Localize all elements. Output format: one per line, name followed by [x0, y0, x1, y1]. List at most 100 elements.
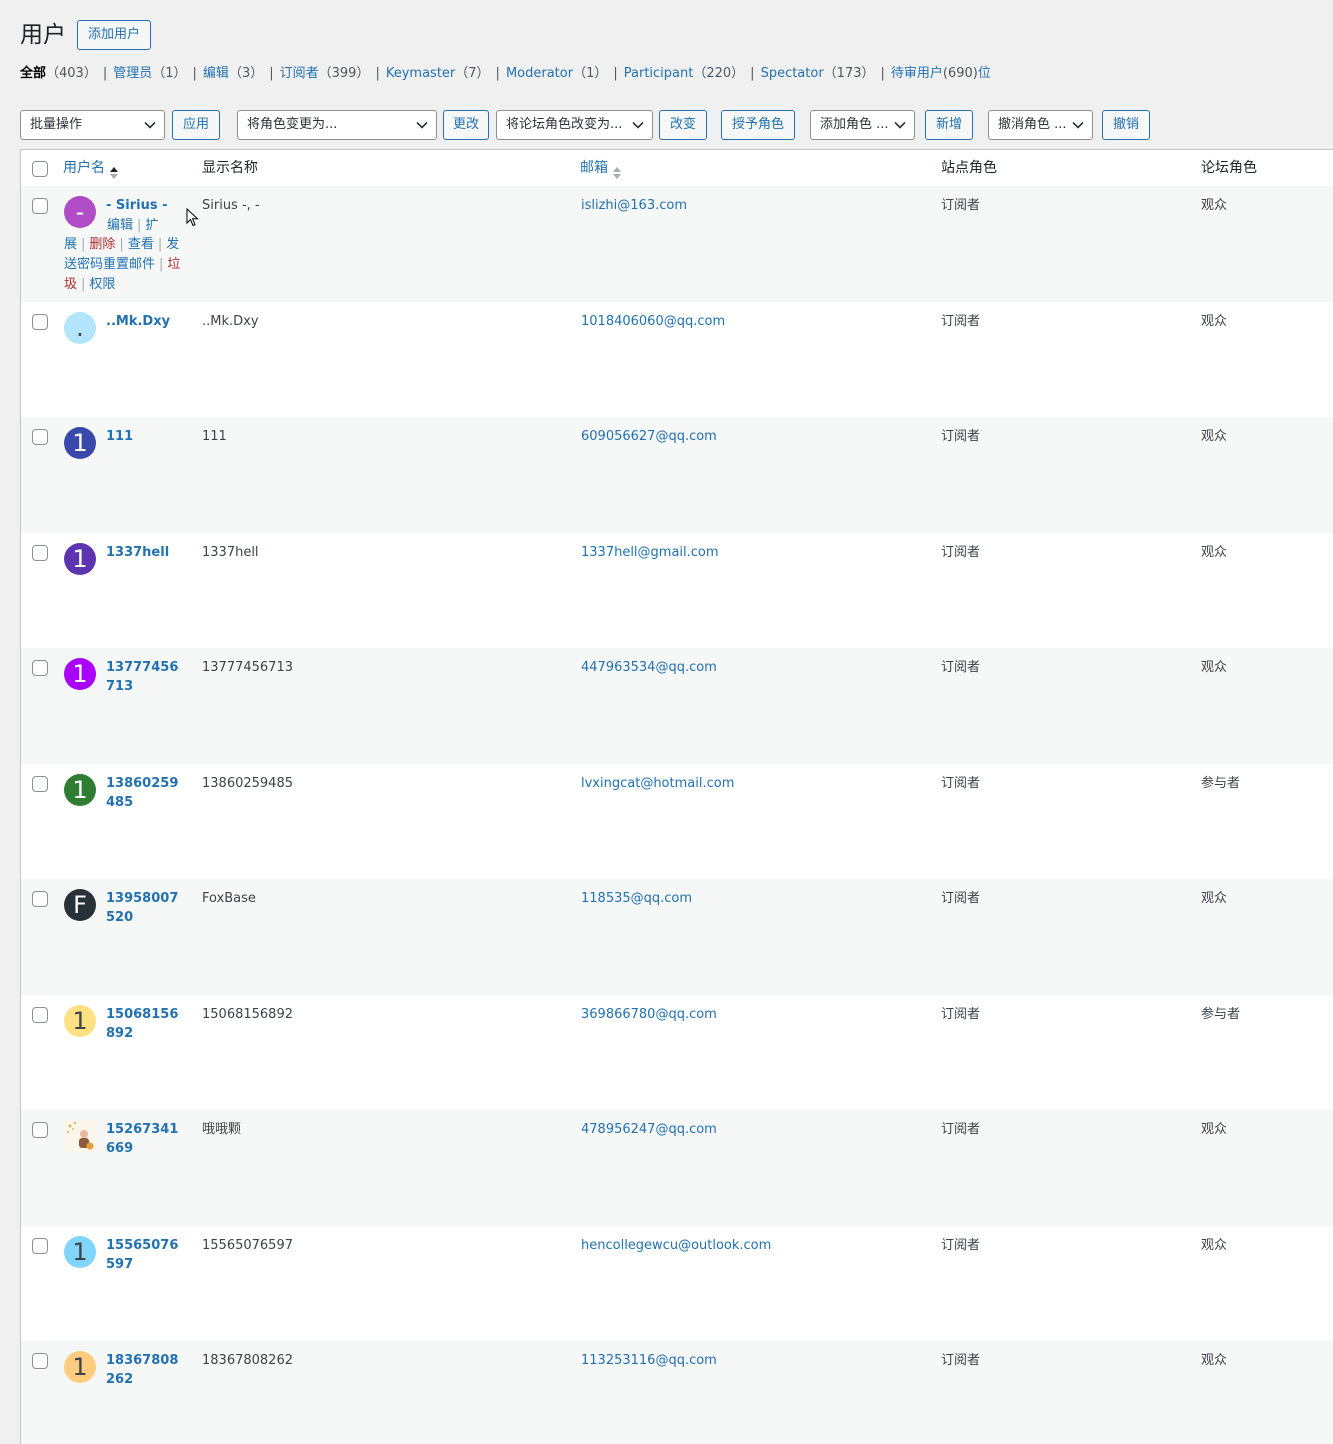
- filter-link[interactable]: Participant: [624, 66, 694, 81]
- row-action-separator: |: [81, 276, 86, 292]
- username-link[interactable]: 13860259485: [106, 774, 186, 812]
- add-user-button[interactable]: 添加用户: [77, 20, 152, 50]
- column-display-name: 显示名称: [202, 160, 258, 176]
- apply-button[interactable]: 应用: [172, 110, 221, 140]
- filter-item: | Moderator（1）: [490, 66, 608, 81]
- filter-link[interactable]: Keymaster: [386, 66, 455, 81]
- bulk-action-select[interactable]: 批量操作: [20, 110, 165, 140]
- filter-count: （3）: [228, 66, 264, 81]
- permissions-action[interactable]: 权限: [89, 277, 115, 292]
- display-name: 13860259485: [202, 775, 293, 791]
- site-role: 订阅者: [941, 1237, 981, 1253]
- row-checkbox[interactable]: [32, 775, 48, 792]
- chevron-down-icon: [894, 111, 906, 139]
- site-role: 订阅者: [941, 198, 981, 213]
- forum-role-label: 将论坛角色改变为...: [506, 117, 623, 132]
- table-row: 1 15068156892 15068156892 369866780@qq.com 订…: [21, 995, 1333, 1111]
- filter-link[interactable]: Moderator: [506, 66, 573, 81]
- filter-count: (690): [942, 66, 978, 81]
- delete-action[interactable]: 删除: [89, 237, 115, 252]
- email-link[interactable]: islizhi@163.com: [581, 196, 687, 215]
- username-link[interactable]: 13777456713: [106, 658, 186, 696]
- mouse-cursor-icon: [186, 207, 200, 228]
- row-checkbox[interactable]: [32, 544, 48, 561]
- filter-separator: |: [269, 66, 274, 81]
- email-link[interactable]: 118535@qq.com: [581, 889, 692, 908]
- avatar: 1: [64, 1004, 96, 1037]
- email-link[interactable]: 1018406060@qq.com: [581, 312, 725, 331]
- email-link[interactable]: hencollegewcu@outlook.com: [581, 1236, 771, 1255]
- column-username[interactable]: 用户名: [63, 150, 119, 186]
- grant-role-button[interactable]: 授予角色: [721, 110, 796, 140]
- forum-role: 观众: [1201, 1353, 1228, 1368]
- filter-link[interactable]: 编辑: [203, 66, 229, 81]
- avatar: 1: [64, 1235, 96, 1268]
- filter-link[interactable]: 管理员: [113, 66, 152, 81]
- display-name: FoxBase: [202, 891, 256, 906]
- column-email-label: 邮箱: [580, 160, 608, 176]
- avatar: [64, 1120, 96, 1152]
- email-link[interactable]: lvxingcat@hotmail.com: [581, 774, 734, 793]
- email-link[interactable]: 447963534@qq.com: [581, 658, 717, 677]
- forum-role-select[interactable]: 将论坛角色改变为...: [496, 110, 653, 140]
- filter-item: | 待审用户(690)位: [875, 66, 991, 81]
- row-checkbox[interactable]: [32, 1122, 48, 1138]
- add-role-select[interactable]: 添加角色 ...: [810, 110, 915, 140]
- display-name: 13777456713: [202, 660, 293, 675]
- username-link[interactable]: 15267341669: [106, 1120, 186, 1158]
- role-filter-links: 全部（403） | 管理员（1） | 编辑（3） | 订阅者（399） | Keymaster（…: [20, 65, 991, 83]
- revoke-button[interactable]: 撤销: [1102, 110, 1151, 140]
- row-checkbox[interactable]: [32, 660, 48, 676]
- column-email[interactable]: 邮箱: [580, 150, 622, 186]
- username-link[interactable]: 18367808262: [106, 1351, 186, 1389]
- email-link[interactable]: 369866780@qq.com: [581, 1005, 717, 1024]
- username-link[interactable]: 15068156892: [106, 1005, 186, 1043]
- filter-link[interactable]: Spectator: [761, 66, 824, 81]
- filter-count: （1）: [573, 66, 608, 81]
- table-row: 1 13860259485 13860259485 lvxingcat@hotmail…: [21, 764, 1333, 880]
- forum-role: 观众: [1201, 429, 1228, 444]
- site-role: 订阅者: [941, 775, 981, 791]
- forum-role: 观众: [1201, 1122, 1228, 1137]
- filter-item: | Keymaster（7）: [369, 66, 489, 81]
- edit-action[interactable]: 编辑: [107, 218, 133, 233]
- site-role: 订阅者: [941, 429, 981, 444]
- avatar-picture-icon: [64, 1120, 96, 1152]
- row-checkbox[interactable]: [32, 429, 48, 445]
- chevron-down-icon: [144, 111, 156, 139]
- select-all-checkbox[interactable]: [32, 161, 48, 177]
- row-checkbox[interactable]: [32, 891, 48, 907]
- username-link[interactable]: 1337hell: [106, 543, 186, 562]
- table-row: 1 111 111 609056627@qq.com 订阅者 观众: [21, 417, 1333, 533]
- filter-item: | Participant（220）: [607, 66, 744, 81]
- username-link[interactable]: 13958007520: [106, 889, 186, 927]
- email-link[interactable]: 1337hell@gmail.com: [581, 543, 719, 562]
- row-checkbox[interactable]: [32, 1006, 48, 1023]
- bulk-actions-toolbar: 批量操作 应用 将角色变更为... 更改 将论坛角色改变为... 改变 授予角色…: [20, 110, 1320, 140]
- row-checkbox[interactable]: [32, 313, 48, 330]
- filter-link[interactable]: 待审用户: [891, 66, 943, 81]
- view-action[interactable]: 查看: [128, 237, 154, 252]
- filter-link[interactable]: 全部: [20, 66, 46, 81]
- row-checkbox[interactable]: [32, 1237, 48, 1254]
- filter-count: （1）: [152, 66, 187, 81]
- email-link[interactable]: 609056627@qq.com: [581, 427, 717, 446]
- change-role-button[interactable]: 更改: [443, 110, 490, 140]
- filter-suffix[interactable]: 位: [978, 66, 991, 81]
- forum-change-button[interactable]: 改变: [659, 110, 708, 140]
- email-link[interactable]: 113253116@qq.com: [581, 1351, 717, 1370]
- username-link[interactable]: 15565076597: [106, 1236, 186, 1274]
- avatar: 1: [64, 427, 96, 459]
- change-role-select[interactable]: 将角色变更为...: [237, 110, 437, 140]
- filter-link[interactable]: 订阅者: [280, 66, 319, 81]
- row-checkbox[interactable]: [32, 198, 48, 214]
- row-checkbox[interactable]: [32, 1353, 48, 1369]
- revoke-role-select[interactable]: 撤消角色 ...: [988, 110, 1093, 140]
- filter-count: （403）: [46, 66, 97, 81]
- row-action-separator: |: [119, 237, 124, 253]
- forum-role: 参与者: [1201, 1006, 1241, 1022]
- add-new-role-button[interactable]: 新增: [925, 110, 974, 140]
- email-link[interactable]: 478956247@qq.com: [581, 1120, 717, 1139]
- username-link[interactable]: 111: [106, 427, 186, 446]
- username-link[interactable]: ..Mk.Dxy: [106, 312, 186, 331]
